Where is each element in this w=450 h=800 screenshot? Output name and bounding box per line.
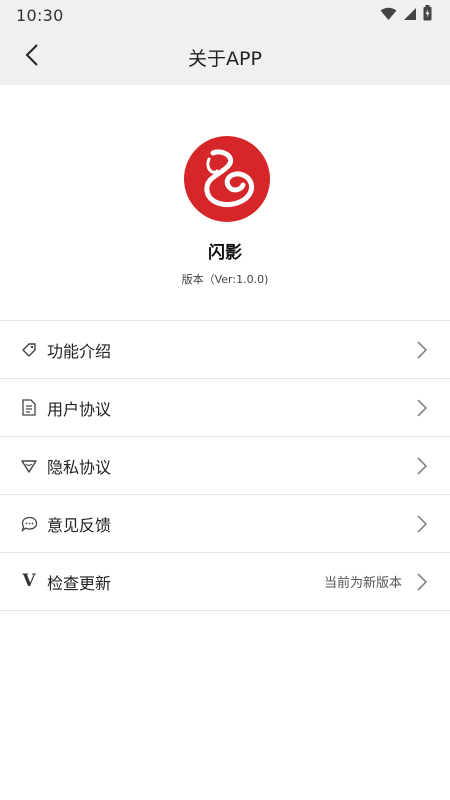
battery-icon (423, 5, 432, 25)
page-title: 关于APP (188, 48, 262, 70)
menu-item-features[interactable]: 功能介绍 (0, 321, 450, 379)
status-time: 10:30 (16, 5, 64, 25)
menu-item-label: 功能介绍 (47, 341, 112, 361)
chevron-right-icon (416, 572, 428, 591)
menu-item-user-agreement[interactable]: 用户协议 (0, 379, 450, 437)
menu-item-feedback[interactable]: 意见反馈 (0, 495, 450, 553)
v-letter-text: V (22, 571, 36, 591)
chevron-right-icon (416, 398, 428, 417)
document-icon (20, 399, 38, 417)
back-button[interactable] (18, 43, 46, 71)
signal-icon (403, 6, 417, 25)
status-bar: 10:30 (0, 0, 450, 30)
chevron-right-icon (416, 514, 428, 533)
back-arrow-icon (25, 43, 39, 71)
app-logo-icon (183, 135, 271, 223)
nav-bar: 关于APP (0, 30, 450, 85)
menu-item-privacy-policy[interactable]: 隐私协议 (0, 437, 450, 495)
status-icons (380, 5, 432, 25)
app-version: 版本（Ver:1.0.0) (181, 273, 269, 286)
menu-item-label: 检查更新 (47, 573, 112, 593)
chat-bubble-icon (20, 515, 38, 533)
menu-item-label: 隐私协议 (47, 457, 112, 477)
menu-item-check-update[interactable]: V 检查更新 当前为新版本 (0, 553, 450, 611)
settings-menu: 功能介绍 用户协议 隐私协议 意见反馈 V 检查更新 当前为新版本 (0, 320, 450, 611)
menu-item-label: 用户协议 (47, 399, 112, 419)
app-name: 闪影 (208, 243, 242, 263)
wifi-icon (380, 6, 397, 25)
v-letter-icon: V (20, 573, 38, 591)
chevron-right-icon (416, 456, 428, 475)
update-status-text: 当前为新版本 (323, 576, 402, 591)
tag-icon (20, 341, 38, 359)
menu-item-label: 意见反馈 (47, 515, 112, 535)
shield-icon (20, 457, 38, 475)
chevron-right-icon (416, 340, 428, 359)
app-info-header: 闪影 版本（Ver:1.0.0) (0, 85, 450, 320)
